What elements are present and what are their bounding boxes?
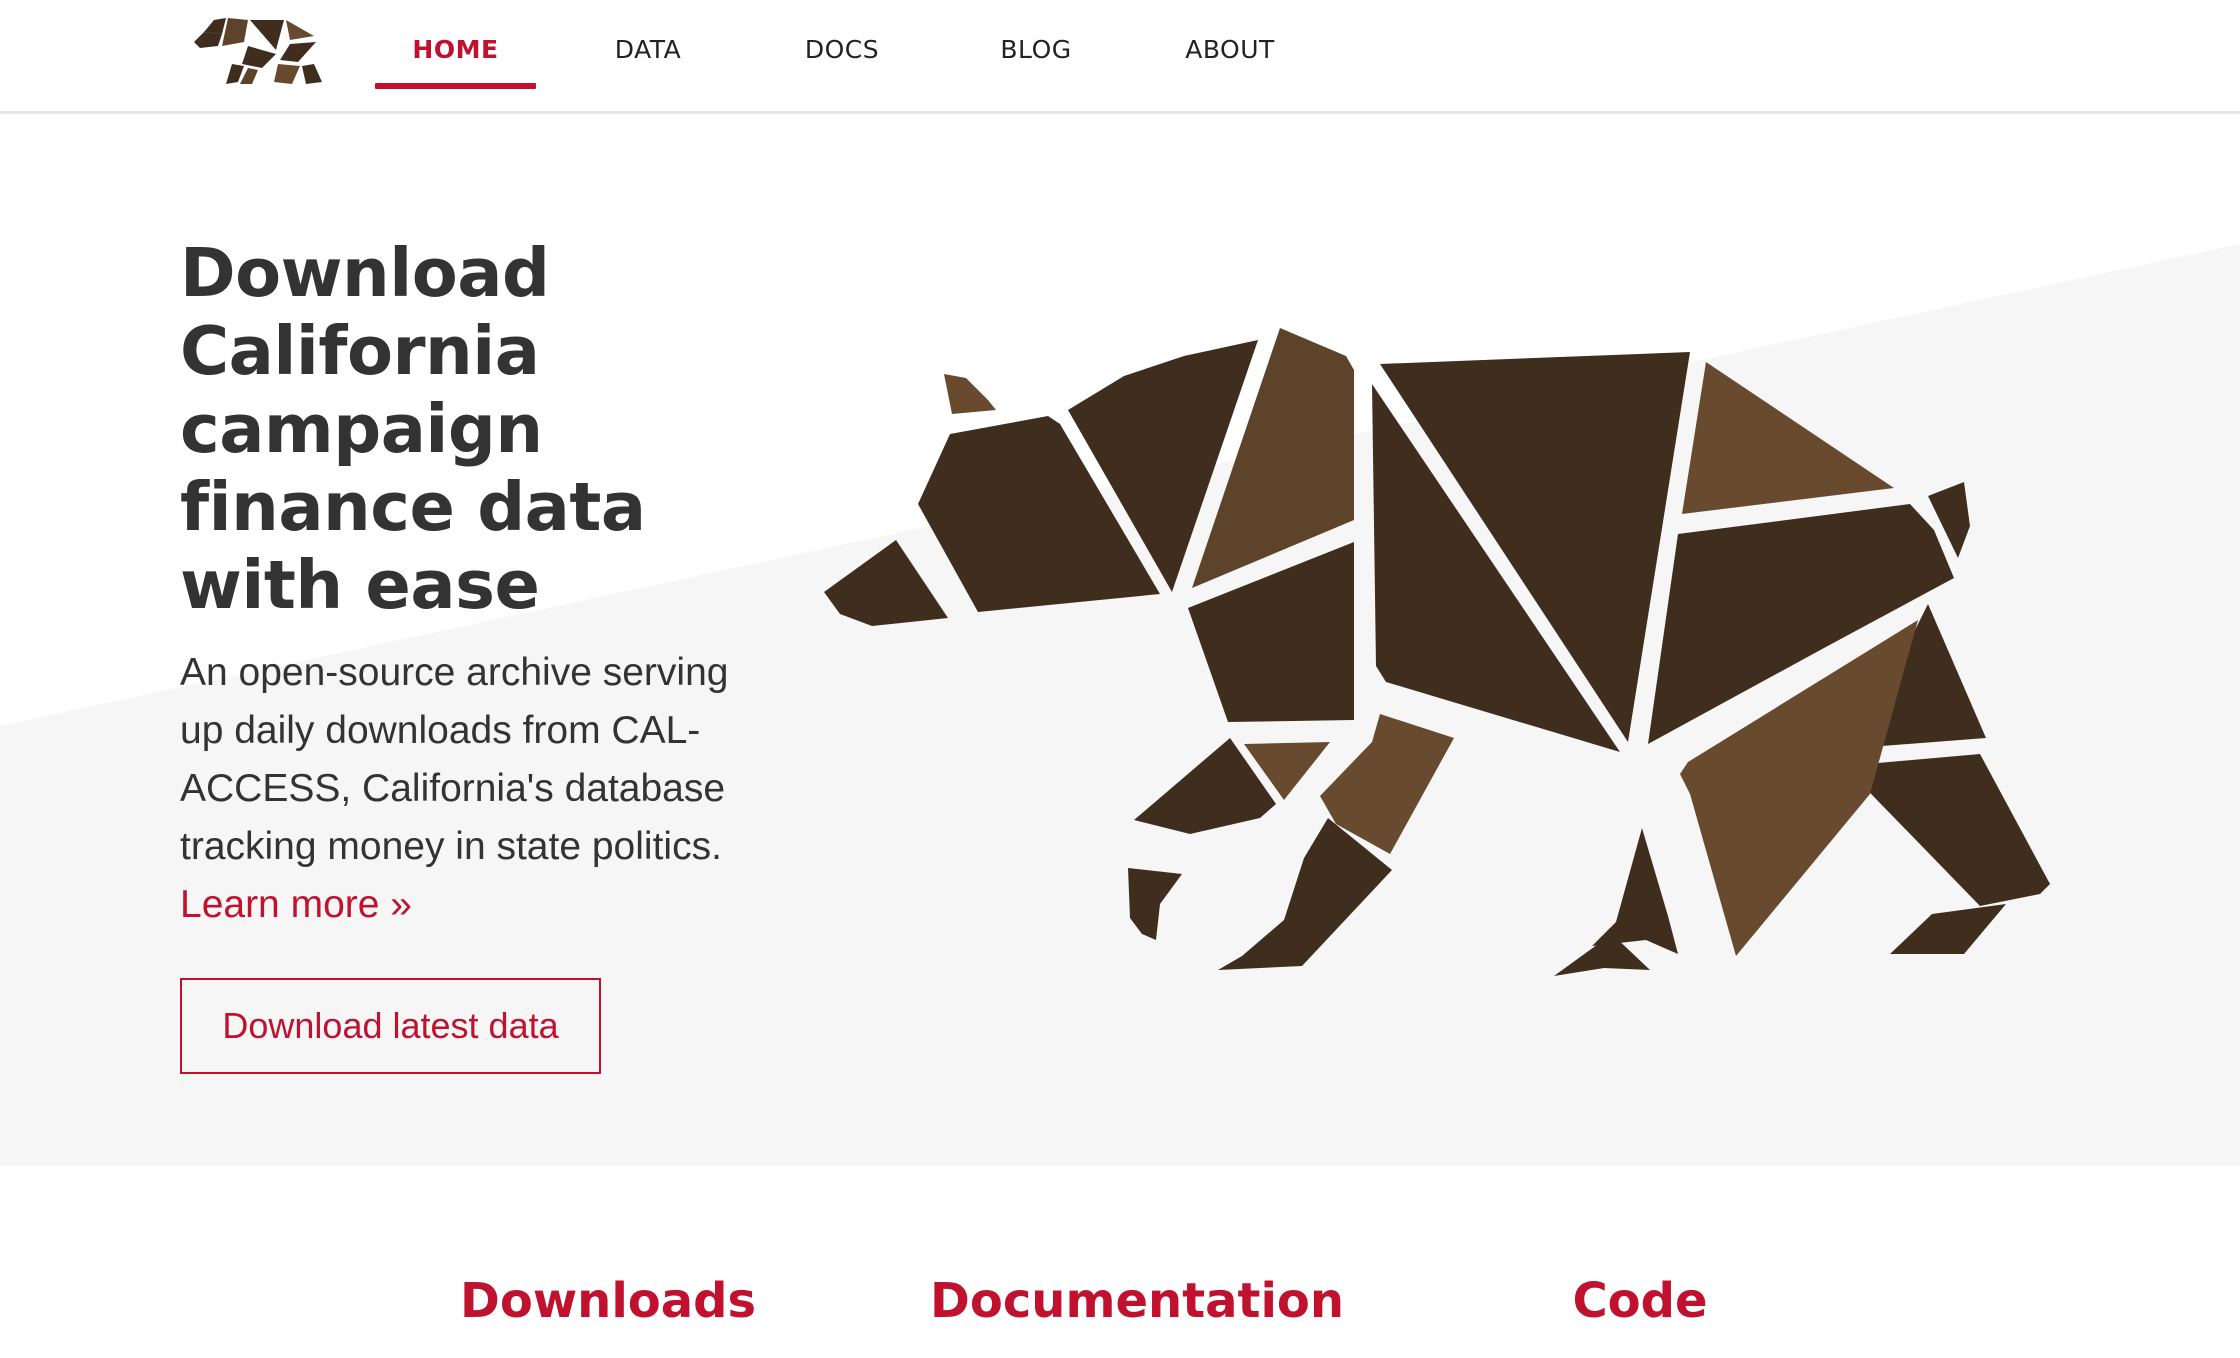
- top-navigation-bar: HOME DATA DOCS BLOG ABOUT: [0, 0, 2240, 114]
- hero-section: Download California campaign finance dat…: [0, 114, 2240, 1166]
- features-section: Downloads Documentation Code: [0, 1166, 2240, 1358]
- bear-logo-icon[interactable]: [192, 16, 328, 88]
- hero-description: An open-source archive serving up daily …: [180, 651, 729, 868]
- nav-home[interactable]: HOME: [375, 30, 536, 70]
- learn-more-link[interactable]: Learn more »: [180, 876, 780, 934]
- feature-downloads-title[interactable]: Downloads: [460, 1266, 756, 1336]
- hero-description-block: An open-source archive serving up daily …: [180, 644, 780, 934]
- nav-active-indicator: [375, 83, 536, 89]
- nav-docs[interactable]: DOCS: [792, 30, 892, 70]
- nav-about[interactable]: ABOUT: [1170, 30, 1290, 70]
- nav-blog[interactable]: BLOG: [986, 30, 1086, 70]
- geometric-bear-icon: [824, 328, 2050, 976]
- nav-data[interactable]: DATA: [598, 30, 698, 70]
- feature-documentation-title[interactable]: Documentation: [930, 1266, 1344, 1336]
- feature-code-title[interactable]: Code: [1560, 1266, 1720, 1336]
- download-latest-data-button[interactable]: Download latest data: [180, 978, 601, 1074]
- hero-headline: Download California campaign finance dat…: [180, 234, 646, 624]
